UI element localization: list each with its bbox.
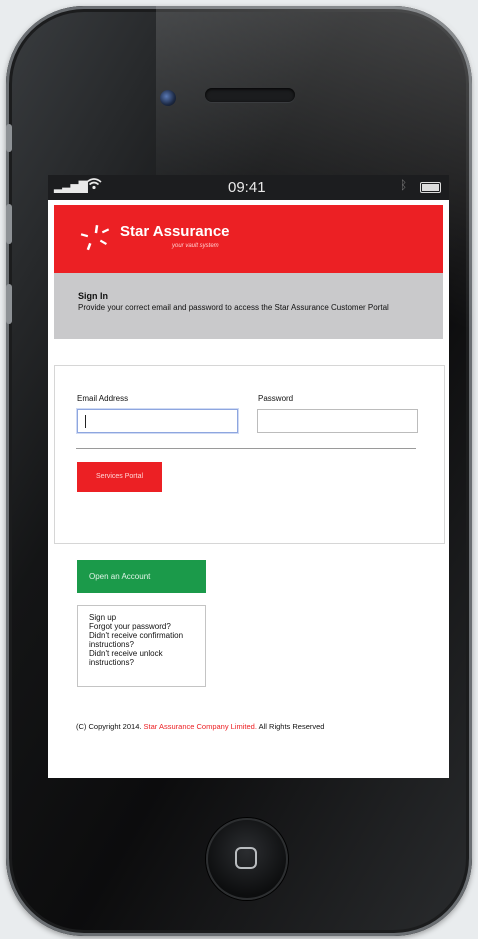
open-account-button[interactable]: Open an Account <box>77 560 206 593</box>
earpiece-speaker <box>205 88 295 102</box>
signal-icon: ▂▃▅▇ <box>54 179 88 193</box>
password-label: Password <box>258 394 294 403</box>
home-button[interactable] <box>206 818 288 900</box>
mute-switch <box>6 124 12 152</box>
brand-name: Star Assurance <box>120 223 230 240</box>
form-divider <box>76 448 416 449</box>
star-logo-icon <box>80 224 110 251</box>
signin-title: Sign In <box>78 291 108 301</box>
text-caret <box>85 415 86 428</box>
forgot-password-link[interactable]: Forgot your password? <box>89 622 205 631</box>
status-time: 09:41 <box>228 179 266 196</box>
brand-tagline: your vault system <box>172 243 219 249</box>
phone-screen: ▂▃▅▇ 09:41 ᛒ Star Assurance your vault s… <box>48 175 449 778</box>
copyright-footer: (C) Copyright 2014. Star Assurance Compa… <box>76 722 324 731</box>
volume-up-button <box>6 204 12 244</box>
status-bar: ▂▃▅▇ 09:41 ᛒ <box>48 175 449 200</box>
front-camera-icon <box>160 90 176 106</box>
home-square-icon <box>235 847 257 869</box>
password-field[interactable] <box>257 409 418 433</box>
account-links: Sign up Forgot your password? Didn't rec… <box>77 605 206 687</box>
battery-icon <box>420 182 441 193</box>
bluetooth-icon: ᛒ <box>400 178 408 192</box>
signup-link[interactable]: Sign up <box>89 613 205 622</box>
confirmation-link[interactable]: Didn't receive confirmation instructions… <box>89 631 205 649</box>
unlock-link[interactable]: Didn't receive unlock instructions? <box>89 649 205 667</box>
email-field[interactable] <box>77 409 238 433</box>
signin-description: Provide your correct email and password … <box>78 303 389 312</box>
email-label: Email Address <box>77 394 129 403</box>
brand-header: Star Assurance your vault system <box>54 205 443 273</box>
company-link[interactable]: Star Assurance Company Limited. <box>144 722 257 731</box>
copyright-suffix: All Rights Reserved <box>258 722 325 731</box>
wifi-icon <box>86 177 102 193</box>
signin-banner: Sign In Provide your correct email and p… <box>54 273 443 339</box>
login-form: Email Address Password Services Portal <box>54 365 445 544</box>
volume-down-button <box>6 284 12 324</box>
services-portal-button[interactable]: Services Portal <box>77 462 162 492</box>
copyright-prefix: (C) Copyright 2014. <box>76 722 142 731</box>
